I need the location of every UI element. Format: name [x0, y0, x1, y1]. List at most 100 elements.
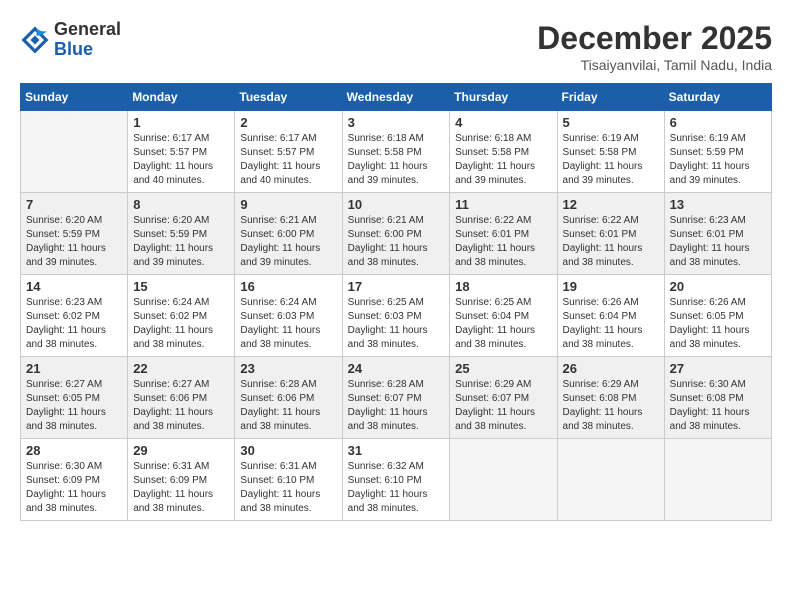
calendar-header-thursday: Thursday [450, 84, 557, 111]
day-info: Sunrise: 6:21 AM Sunset: 6:00 PM Dayligh… [348, 214, 445, 270]
calendar-cell [557, 439, 664, 521]
day-info: Sunrise: 6:30 AM Sunset: 6:08 PM Dayligh… [670, 378, 766, 434]
day-number: 18 [455, 279, 551, 294]
day-number: 16 [240, 279, 336, 294]
day-info: Sunrise: 6:24 AM Sunset: 6:03 PM Dayligh… [240, 296, 336, 352]
day-info: Sunrise: 6:19 AM Sunset: 5:58 PM Dayligh… [563, 132, 659, 188]
day-number: 1 [133, 115, 229, 130]
calendar-cell [21, 111, 128, 193]
calendar-week-row: 7 Sunrise: 6:20 AM Sunset: 5:59 PM Daylig… [21, 193, 772, 275]
calendar-cell: 2 Sunrise: 6:17 AM Sunset: 5:57 PM Daylig… [235, 111, 342, 193]
calendar-cell: 10 Sunrise: 6:21 AM Sunset: 6:00 PM Dayli… [342, 193, 450, 275]
day-info: Sunrise: 6:24 AM Sunset: 6:02 PM Dayligh… [133, 296, 229, 352]
day-number: 22 [133, 361, 229, 376]
day-number: 25 [455, 361, 551, 376]
day-info: Sunrise: 6:31 AM Sunset: 6:09 PM Dayligh… [133, 460, 229, 516]
day-number: 11 [455, 197, 551, 212]
calendar-cell: 11 Sunrise: 6:22 AM Sunset: 6:01 PM Dayli… [450, 193, 557, 275]
day-info: Sunrise: 6:22 AM Sunset: 6:01 PM Dayligh… [455, 214, 551, 270]
calendar-cell: 30 Sunrise: 6:31 AM Sunset: 6:10 PM Dayli… [235, 439, 342, 521]
day-info: Sunrise: 6:22 AM Sunset: 6:01 PM Dayligh… [563, 214, 659, 270]
day-number: 6 [670, 115, 766, 130]
calendar-header-saturday: Saturday [664, 84, 771, 111]
day-info: Sunrise: 6:19 AM Sunset: 5:59 PM Dayligh… [670, 132, 766, 188]
day-info: Sunrise: 6:21 AM Sunset: 6:00 PM Dayligh… [240, 214, 336, 270]
calendar-cell: 25 Sunrise: 6:29 AM Sunset: 6:07 PM Dayli… [450, 357, 557, 439]
calendar-cell: 9 Sunrise: 6:21 AM Sunset: 6:00 PM Daylig… [235, 193, 342, 275]
calendar-cell: 3Sunrise: 6:18 AM Sunset: 5:58 PM Daylig… [342, 111, 450, 193]
day-info: Sunrise: 6:26 AM Sunset: 6:04 PM Dayligh… [563, 296, 659, 352]
day-info: Sunrise: 6:30 AM Sunset: 6:09 PM Dayligh… [26, 460, 122, 516]
day-number: 26 [563, 361, 659, 376]
logo: General Blue [20, 20, 121, 60]
calendar-cell: 28 Sunrise: 6:30 AM Sunset: 6:09 PM Dayli… [21, 439, 128, 521]
calendar-week-row: 1 Sunrise: 6:17 AM Sunset: 5:57 PM Daylig… [21, 111, 772, 193]
page-header: General Blue December 2025 Tisaiyanvilai… [20, 20, 772, 73]
day-number: 7 [26, 197, 122, 212]
day-number: 2 [240, 115, 336, 130]
day-info: Sunrise: 6:23 AM Sunset: 6:02 PM Dayligh… [26, 296, 122, 352]
calendar-cell: 13Sunrise: 6:23 AM Sunset: 6:01 PM Dayli… [664, 193, 771, 275]
day-info: Sunrise: 6:17 AM Sunset: 5:57 PM Dayligh… [240, 132, 336, 188]
calendar-cell: 31Sunrise: 6:32 AM Sunset: 6:10 PM Dayli… [342, 439, 450, 521]
day-info: Sunrise: 6:23 AM Sunset: 6:01 PM Dayligh… [670, 214, 766, 270]
day-number: 10 [348, 197, 445, 212]
day-info: Sunrise: 6:28 AM Sunset: 6:06 PM Dayligh… [240, 378, 336, 434]
day-info: Sunrise: 6:26 AM Sunset: 6:05 PM Dayligh… [670, 296, 766, 352]
calendar-cell: 16 Sunrise: 6:24 AM Sunset: 6:03 PM Dayli… [235, 275, 342, 357]
day-info: Sunrise: 6:27 AM Sunset: 6:05 PM Dayligh… [26, 378, 122, 434]
day-number: 9 [240, 197, 336, 212]
calendar-cell: 5 Sunrise: 6:19 AM Sunset: 5:58 PM Daylig… [557, 111, 664, 193]
calendar-cell: 15 Sunrise: 6:24 AM Sunset: 6:02 PM Dayli… [128, 275, 235, 357]
logo-icon [20, 25, 50, 55]
calendar-header-row: SundayMondayTuesdayWednesdayThursdayFrid… [21, 84, 772, 111]
calendar-cell: 26 Sunrise: 6:29 AM Sunset: 6:08 PM Dayli… [557, 357, 664, 439]
day-info: Sunrise: 6:25 AM Sunset: 6:04 PM Dayligh… [455, 296, 551, 352]
calendar-header-sunday: Sunday [21, 84, 128, 111]
calendar-cell: 6 Sunrise: 6:19 AM Sunset: 5:59 PM Daylig… [664, 111, 771, 193]
calendar-cell: 7 Sunrise: 6:20 AM Sunset: 5:59 PM Daylig… [21, 193, 128, 275]
day-info: Sunrise: 6:29 AM Sunset: 6:08 PM Dayligh… [563, 378, 659, 434]
day-info: Sunrise: 6:18 AM Sunset: 5:58 PM Dayligh… [348, 132, 445, 188]
calendar-cell: 29 Sunrise: 6:31 AM Sunset: 6:09 PM Dayli… [128, 439, 235, 521]
day-number: 29 [133, 443, 229, 458]
calendar-cell: 22Sunrise: 6:27 AM Sunset: 6:06 PM Dayli… [128, 357, 235, 439]
day-number: 17 [348, 279, 445, 294]
location: Tisaiyanvilai, Tamil Nadu, India [537, 57, 772, 73]
day-number: 30 [240, 443, 336, 458]
calendar-header-tuesday: Tuesday [235, 84, 342, 111]
calendar-week-row: 28 Sunrise: 6:30 AM Sunset: 6:09 PM Dayli… [21, 439, 772, 521]
day-number: 23 [240, 361, 336, 376]
calendar-cell [450, 439, 557, 521]
day-info: Sunrise: 6:29 AM Sunset: 6:07 PM Dayligh… [455, 378, 551, 434]
day-number: 5 [563, 115, 659, 130]
logo-text: General Blue [54, 20, 121, 60]
calendar-cell: 18 Sunrise: 6:25 AM Sunset: 6:04 PM Dayli… [450, 275, 557, 357]
day-number: 14 [26, 279, 122, 294]
day-info: Sunrise: 6:20 AM Sunset: 5:59 PM Dayligh… [133, 214, 229, 270]
day-number: 12 [563, 197, 659, 212]
day-info: Sunrise: 6:20 AM Sunset: 5:59 PM Dayligh… [26, 214, 122, 270]
day-number: 19 [563, 279, 659, 294]
day-info: Sunrise: 6:31 AM Sunset: 6:10 PM Dayligh… [240, 460, 336, 516]
calendar-cell: 1 Sunrise: 6:17 AM Sunset: 5:57 PM Daylig… [128, 111, 235, 193]
calendar-header-wednesday: Wednesday [342, 84, 450, 111]
day-number: 28 [26, 443, 122, 458]
day-info: Sunrise: 6:17 AM Sunset: 5:57 PM Dayligh… [133, 132, 229, 188]
month-title: December 2025 [537, 20, 772, 57]
calendar-cell [664, 439, 771, 521]
title-section: December 2025 Tisaiyanvilai, Tamil Nadu,… [537, 20, 772, 73]
day-number: 27 [670, 361, 766, 376]
calendar-cell: 21 Sunrise: 6:27 AM Sunset: 6:05 PM Dayli… [21, 357, 128, 439]
calendar-cell: 23 Sunrise: 6:28 AM Sunset: 6:06 PM Dayli… [235, 357, 342, 439]
day-number: 15 [133, 279, 229, 294]
calendar-cell: 19 Sunrise: 6:26 AM Sunset: 6:04 PM Dayli… [557, 275, 664, 357]
calendar-cell: 8Sunrise: 6:20 AM Sunset: 5:59 PM Daylig… [128, 193, 235, 275]
calendar-cell: 12 Sunrise: 6:22 AM Sunset: 6:01 PM Dayli… [557, 193, 664, 275]
calendar-header-friday: Friday [557, 84, 664, 111]
day-number: 20 [670, 279, 766, 294]
day-info: Sunrise: 6:28 AM Sunset: 6:07 PM Dayligh… [348, 378, 445, 434]
calendar-cell: 14 Sunrise: 6:23 AM Sunset: 6:02 PM Dayli… [21, 275, 128, 357]
day-number: 21 [26, 361, 122, 376]
calendar-cell: 20 Sunrise: 6:26 AM Sunset: 6:05 PM Dayli… [664, 275, 771, 357]
